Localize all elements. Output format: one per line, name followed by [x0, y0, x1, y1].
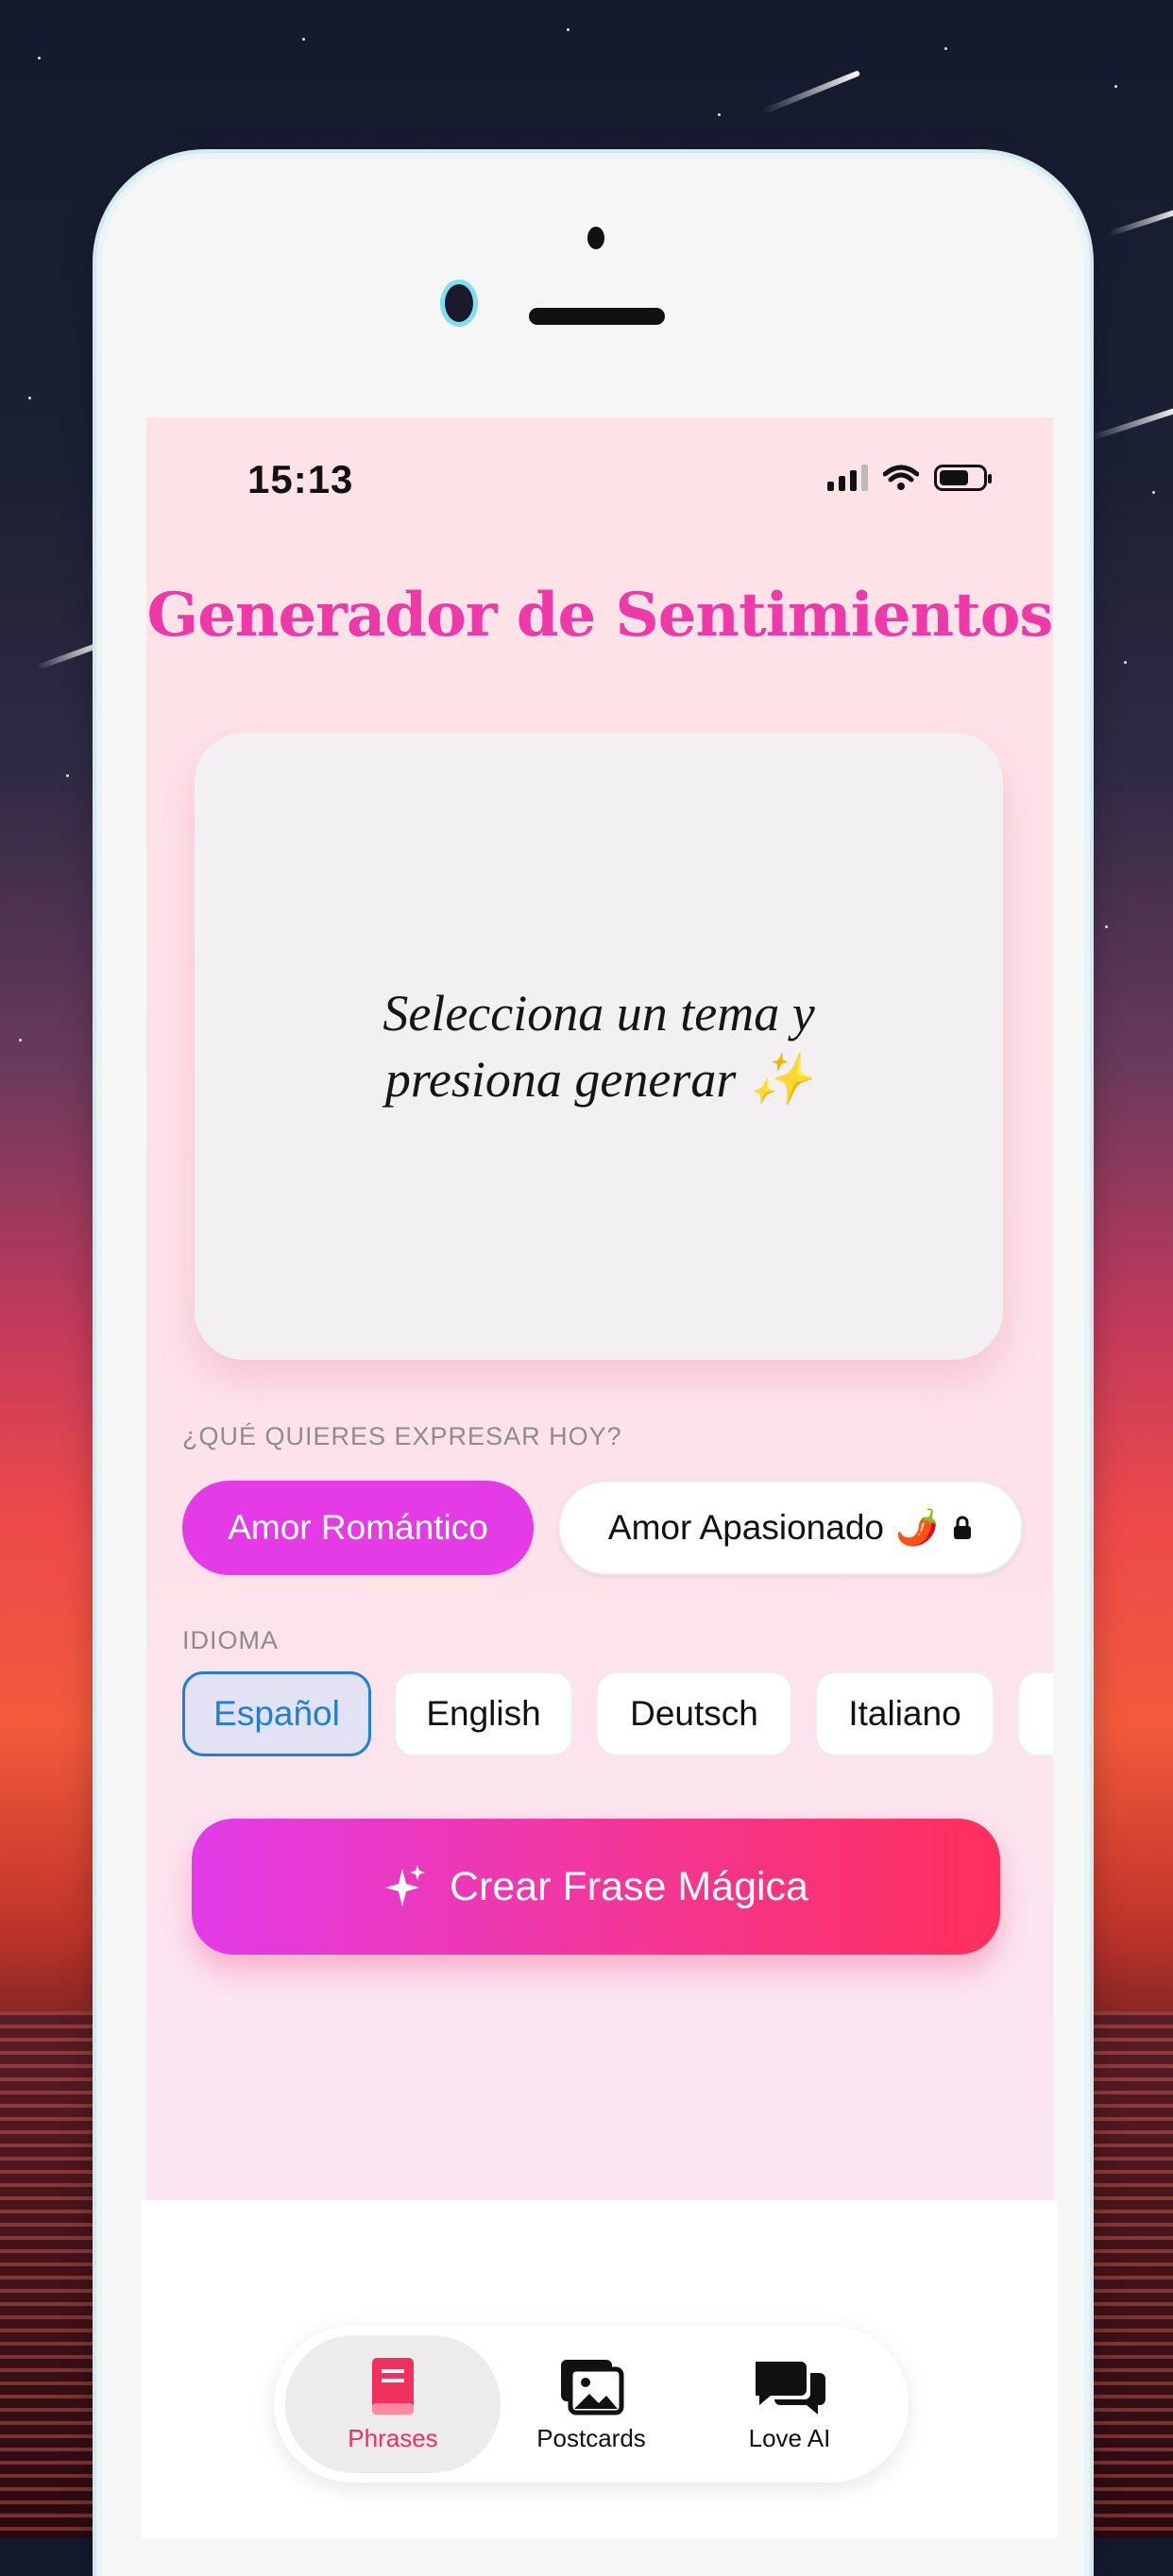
language-section-label: IDIOMA — [182, 1626, 280, 1654]
language-label: English — [426, 1694, 541, 1733]
page-title: Generador de Sentimientos — [146, 580, 1053, 651]
tab-bar: Phrases Postcards Love AI — [274, 2326, 909, 2483]
lock-icon — [954, 1516, 972, 1539]
proximity-sensor — [587, 227, 604, 249]
chip-label: Amor Apasionado — [607, 1508, 884, 1547]
wifi-icon — [883, 465, 919, 490]
create-phrase-label: Crear Frase Mágica — [450, 1863, 808, 1909]
topic-chip-amor-apasionado[interactable]: Amor Apasionado 🌶️ — [558, 1481, 1023, 1575]
message-card: Selecciona un tema y presiona generar ✨ — [195, 733, 1003, 1360]
language-option-italiano[interactable]: Italiano — [815, 1671, 994, 1756]
language-label: Italiano — [848, 1694, 961, 1733]
meteor — [1089, 406, 1173, 441]
create-phrase-button[interactable]: Crear Frase Mágica — [192, 1819, 1000, 1955]
message-placeholder: Selecciona un tema y presiona generar ✨ — [353, 980, 844, 1112]
status-time: 15:13 — [247, 457, 354, 501]
meteor — [36, 642, 101, 670]
language-option-espanol[interactable]: Español — [182, 1671, 371, 1756]
chili-emoji: 🌶️ — [895, 1507, 940, 1547]
language-option-deutsch[interactable]: Deutsch — [596, 1671, 792, 1756]
language-option-more[interactable] — [1017, 1671, 1053, 1756]
language-label: Deutsch — [630, 1694, 758, 1733]
tab-postcards[interactable]: Postcards — [484, 2335, 699, 2473]
status-icons — [827, 465, 992, 491]
sparkles-icon — [385, 1865, 426, 1907]
book-icon — [372, 2357, 414, 2415]
language-label: Español — [213, 1694, 340, 1733]
topic-section-label: ¿QUÉ QUIERES EXPRESAR HOY? — [182, 1422, 622, 1450]
chip-label: Amor Romántico — [228, 1508, 488, 1547]
tab-label: Postcards — [536, 2423, 646, 2452]
front-camera — [445, 284, 473, 322]
tab-love-ai[interactable]: Love AI — [682, 2335, 897, 2473]
meteor — [1107, 208, 1173, 237]
chat-bubbles-icon — [756, 2361, 825, 2415]
tab-label: Love AI — [748, 2423, 831, 2452]
cellular-signal-icon — [827, 465, 868, 491]
photos-icon — [561, 2359, 624, 2415]
topic-chip-amor-romantico[interactable]: Amor Romántico — [182, 1481, 534, 1575]
meteor — [761, 70, 861, 114]
tab-phrases[interactable]: Phrases — [285, 2335, 501, 2473]
language-option-english[interactable]: English — [394, 1671, 573, 1756]
app-screen: 15:13 Generador de Sentimientos Seleccio… — [146, 417, 1053, 2202]
battery-icon — [934, 465, 992, 491]
earpiece-speaker — [529, 308, 665, 325]
tab-label: Phrases — [348, 2423, 438, 2452]
sparkles-emoji: ✨ — [748, 1051, 813, 1108]
